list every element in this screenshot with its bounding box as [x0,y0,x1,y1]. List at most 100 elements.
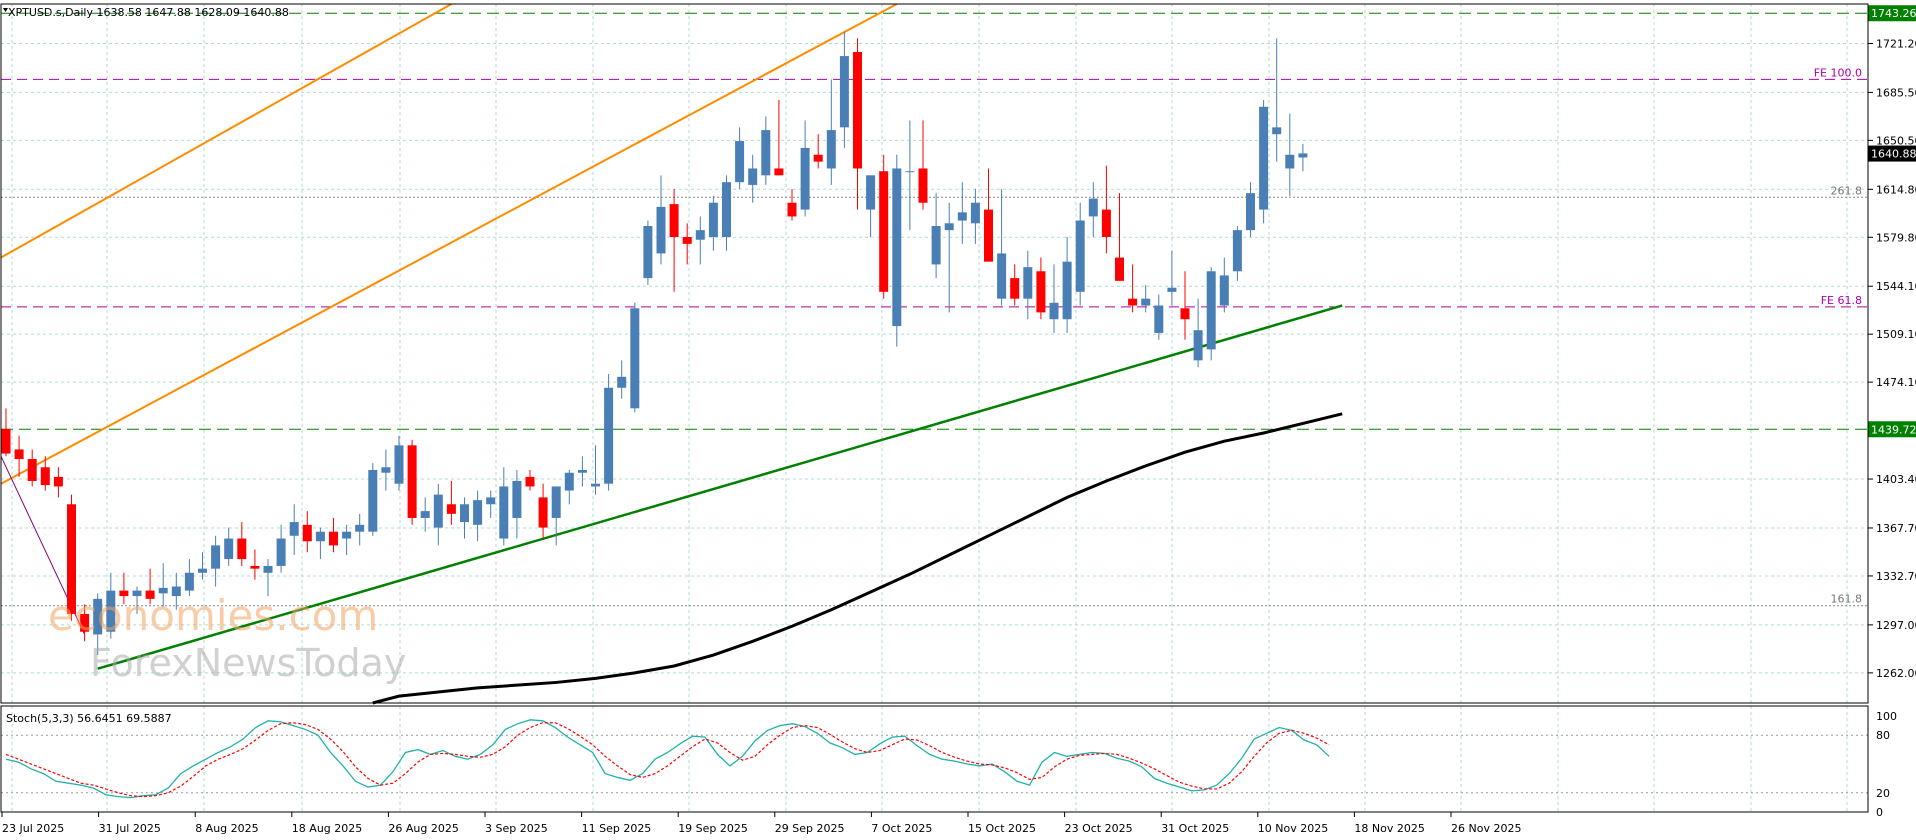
candle-body [813,154,823,162]
candle-body [957,212,967,221]
candle-body [591,483,600,487]
stoch-level-label: 100 [1876,710,1897,723]
x-tick-label: 3 Sep 2025 [485,822,548,835]
candle-body [1101,209,1111,237]
y-tick-label: 1579.80 [1876,231,1916,244]
candle-body [1075,220,1085,292]
candle-body [839,56,849,128]
candle-body [381,467,391,473]
candle-body [1141,298,1151,306]
x-tick-label: 19 Sep 2025 [678,822,748,835]
y-tick-label: 1614.80 [1876,183,1916,196]
candle-body [695,230,705,240]
channel-upper-line [0,3,452,259]
candle-body [1246,193,1255,231]
x-tick-label: 15 Oct 2025 [968,822,1036,835]
candle-body [853,51,862,169]
x-tick-label: 18 Aug 2025 [292,822,362,835]
y-tick-label: 1650.50 [1876,134,1916,147]
candlestick-series [1,31,1308,656]
candle-body [918,168,928,203]
candle-body [263,565,273,573]
candle-body [329,531,338,546]
candle-body [1232,230,1242,272]
x-tick-label: 31 Oct 2025 [1161,822,1229,835]
candle-body [473,500,483,525]
candle-body [669,204,679,237]
chart-axes: 1721.20 1685.50 1650.50 1614.80 1579.80 1544.… [0,3,1916,835]
candle-body [997,253,1007,299]
candle-body [1219,275,1229,306]
candle-body [1193,330,1203,361]
candle-body [1206,271,1216,350]
watermark-economies: economies.com [48,591,378,640]
candle-body [1154,305,1164,333]
candle-body [512,480,522,518]
candle-body [368,470,378,532]
candle-body [1,428,11,454]
candle-body [1259,106,1269,210]
candle-body [420,511,430,518]
candle-body [198,568,207,573]
y-tick-label: 1332.70 [1876,570,1916,583]
candle-body [302,524,312,542]
candle-body [525,476,535,487]
candle-body [1010,278,1020,299]
level-price-label: 1439.72 [1871,423,1916,436]
candle-body [1049,302,1059,320]
channel-lower-line [0,3,898,485]
level-label: FE 100.0 [1814,66,1862,79]
candle-body [1023,267,1033,299]
candle-body [735,141,745,183]
x-tick-label: 23 Oct 2025 [1065,822,1133,835]
stoch-header: Stoch(5,3,3) 56.6451 69.5887 [6,712,172,725]
candle-body [486,497,496,505]
candle-body [800,147,810,210]
candle-body [1115,257,1124,281]
x-tick-label: 11 Sep 2025 [582,822,652,835]
x-tick-label: 29 Sep 2025 [775,822,845,835]
candle-body [748,168,758,185]
candle-body [224,538,234,560]
candle-body [604,387,614,484]
candle-body [250,565,260,569]
x-tick-label: 31 Jul 2025 [99,822,161,835]
candle-body [1285,154,1295,169]
candle-body [407,445,417,518]
y-tick-label: 1509.10 [1876,328,1916,341]
candle-body [315,531,325,542]
level-price-label: 1743.26 [1871,7,1916,20]
candle-body [708,202,718,237]
candle-body [1128,298,1138,306]
candle-body [446,504,456,514]
candle-body [931,226,941,265]
price-chart: 1743.261439.72FE 100.0FE 61.8261.8161.8 … [0,3,1916,835]
y-tick-label: 1721.20 [1876,37,1916,50]
candle-body [774,168,784,176]
candle-body [656,206,666,254]
candle-body [866,175,876,210]
y-tick-label: 1685.50 [1876,86,1916,99]
level-label: 261.8 [1831,184,1863,197]
moving-average-path [372,412,1343,705]
candle-body [27,459,37,481]
candle-body [184,572,194,591]
candle-body [211,545,221,569]
stochastic-oscillator: 100 80 20 0 [1,710,1897,819]
candle-body [879,171,889,292]
current-price-label: 1640.88 [1871,148,1916,161]
candle-body [905,171,915,173]
candle-body [276,538,286,566]
candle-body [1167,287,1177,292]
candle-body [14,449,24,460]
candle-body [40,467,50,486]
candle-body [53,476,63,487]
candle-body [237,538,247,560]
candle-body [761,130,771,176]
candle-body [944,223,954,231]
x-tick-label: 8 Aug 2025 [195,822,258,835]
chart-grid [1,4,1868,812]
candle-body [1272,127,1282,135]
candle-body [617,376,627,388]
candle-body [1036,271,1046,313]
